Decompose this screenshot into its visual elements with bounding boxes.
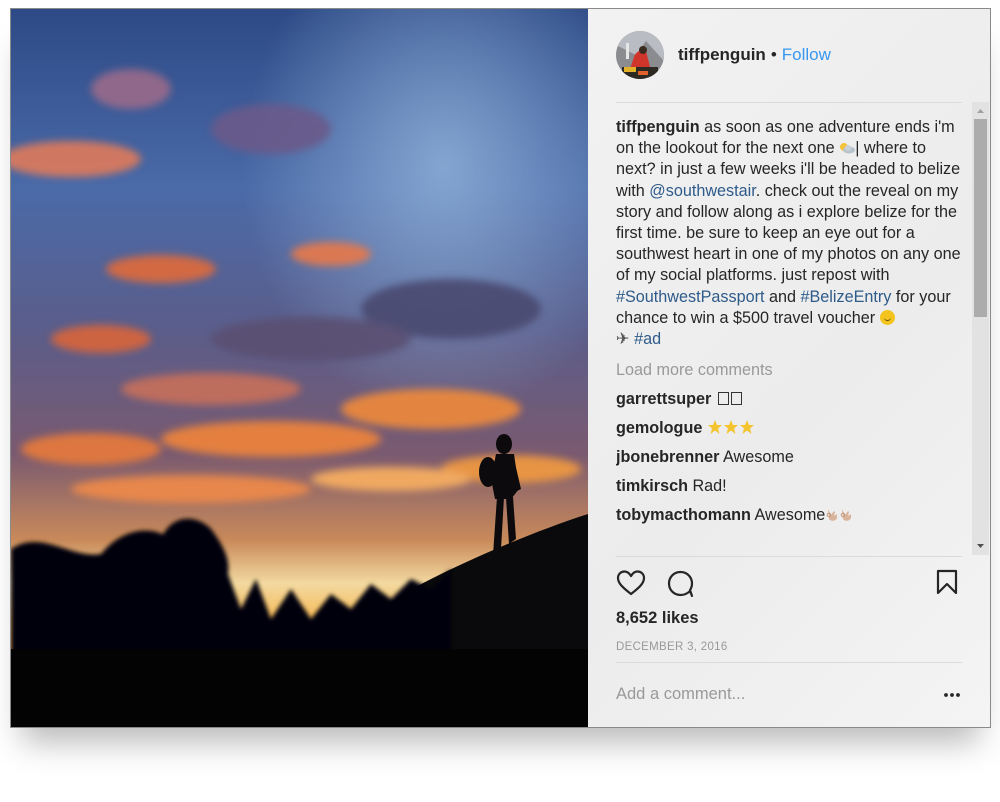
comment-username[interactable]: garrettsuper <box>616 390 711 408</box>
post-card: tiffpenguin • Follow tiffpenguin as soon… <box>10 8 991 728</box>
comment-username[interactable]: tobymacthomann <box>616 506 751 524</box>
comment-username[interactable]: jbonebrenner <box>616 448 719 466</box>
scroll-down-arrow-icon[interactable] <box>972 539 989 553</box>
caption-username[interactable]: tiffpenguin <box>616 118 700 136</box>
separator-dot: • <box>770 45 777 64</box>
scrollbar-thumb[interactable] <box>974 119 987 317</box>
comment-text: Rad! <box>692 477 727 496</box>
post-photo[interactable] <box>11 9 588 727</box>
scroll-up-arrow-icon[interactable] <box>972 104 989 118</box>
post-date: DECEMBER 3, 2016 <box>616 641 728 653</box>
smiling-face-icon <box>879 309 895 325</box>
comment-bubble-icon[interactable] <box>666 569 696 599</box>
like-heart-icon[interactable] <box>616 569 646 597</box>
follow-button[interactable]: Follow <box>782 45 831 65</box>
mention-link[interactable]: @southwestair <box>649 182 755 200</box>
comment-item: garrettsuper <box>616 389 962 410</box>
post-caption: tiffpenguin as soon as one adventure end… <box>616 117 962 350</box>
likes-count[interactable]: 8,652 likes <box>616 609 699 628</box>
sun-behind-cloud-icon <box>840 143 856 154</box>
load-more-comments-button[interactable]: Load more comments <box>616 360 962 381</box>
hashtag-link[interactable]: #ad <box>634 330 661 348</box>
add-comment-input[interactable] <box>616 685 916 704</box>
author-username[interactable]: tiffpenguin <box>678 45 766 65</box>
hashtag-link[interactable]: #SouthwestPassport <box>616 288 764 306</box>
comment-text: Awesome <box>754 506 826 525</box>
comment-divider <box>616 662 962 663</box>
glowing-star-icon <box>723 420 738 435</box>
post-side-panel: tiffpenguin • Follow tiffpenguin as soon… <box>588 9 990 727</box>
missing-glyph-icon <box>717 392 729 406</box>
comment-item: jbonebrenner Awesome <box>616 447 962 468</box>
comment-text: Awesome <box>723 448 794 467</box>
more-options-icon[interactable] <box>942 687 962 703</box>
glowing-star-icon <box>707 420 722 435</box>
actions-divider <box>616 556 962 557</box>
hashtag-link[interactable]: #BelizeEntry <box>801 288 892 306</box>
post-header: tiffpenguin • Follow <box>616 29 962 81</box>
comment-item: tobymacthomann Awesome <box>616 505 962 526</box>
missing-glyph-icon <box>730 392 742 406</box>
comment-username[interactable]: gemologue <box>616 419 702 437</box>
comments-scrollbar[interactable] <box>972 102 989 555</box>
author-avatar[interactable] <box>616 31 664 79</box>
comment-username[interactable]: timkirsch <box>616 477 688 495</box>
comments-list[interactable]: tiffpenguin as soon as one adventure end… <box>616 117 962 555</box>
airplane-icon: ✈ <box>616 330 630 349</box>
ok-hand-icon <box>841 509 852 522</box>
comment-item: timkirsch Rad! <box>616 476 962 497</box>
header-text: tiffpenguin • Follow <box>678 45 831 65</box>
header-divider <box>616 102 962 103</box>
caption-text: and <box>764 287 801 306</box>
post-actions <box>616 569 962 599</box>
ok-hand-icon <box>827 509 838 522</box>
comment-item: gemologue <box>616 418 962 439</box>
glowing-star-icon <box>739 420 754 435</box>
sunset-hiker-photo <box>11 9 588 727</box>
avatar-image <box>616 31 664 79</box>
bookmark-icon[interactable] <box>936 569 958 595</box>
